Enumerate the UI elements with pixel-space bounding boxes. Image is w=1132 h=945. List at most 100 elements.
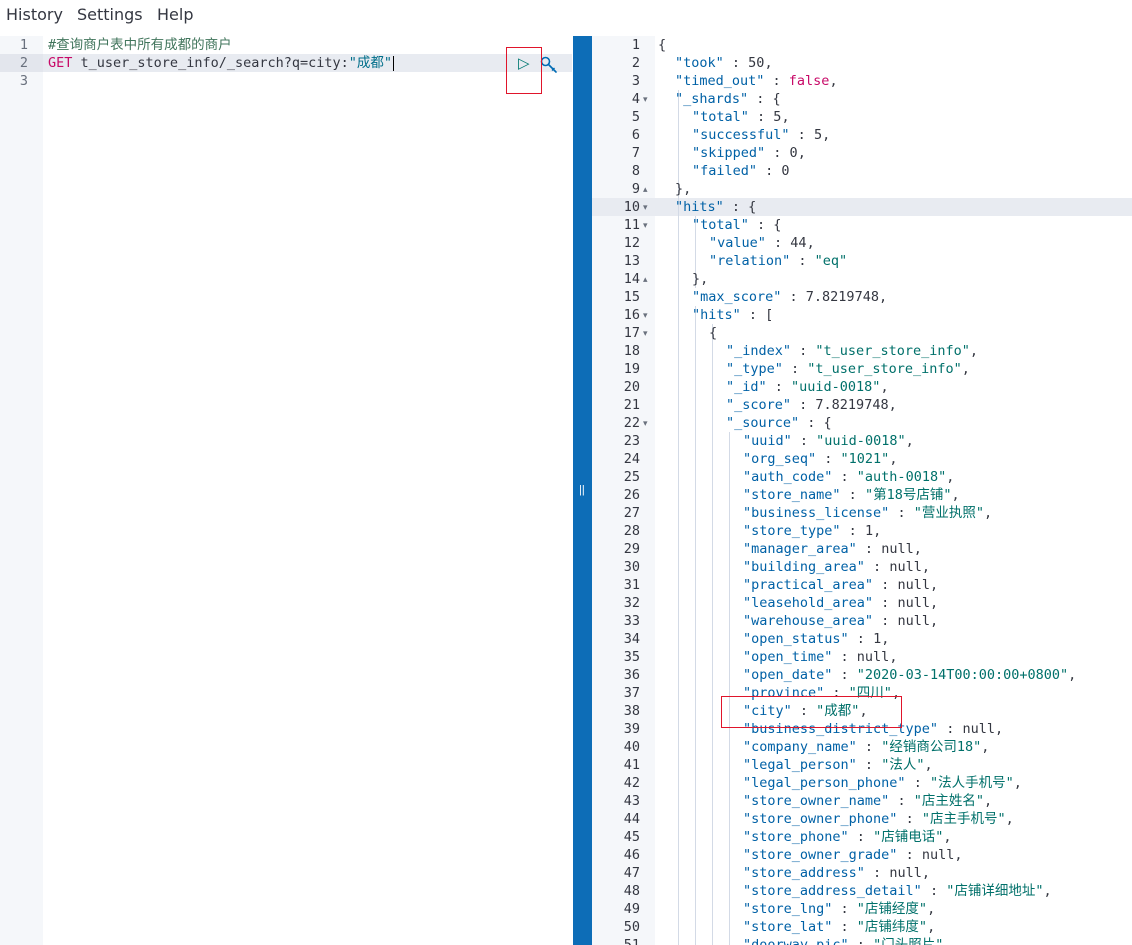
- json-value: "uuid-0018": [816, 433, 906, 449]
- json-punct: :: [856, 541, 882, 557]
- json-punct: ,: [1068, 667, 1077, 683]
- json-punct: :: [832, 919, 857, 935]
- response-line-number: 44: [623, 811, 640, 827]
- request-line[interactable]: GET t_user_store_info/_search?q=city:"成都…: [48, 54, 395, 72]
- fold-open-icon[interactable]: ▾: [643, 306, 653, 324]
- json-punct: ,: [797, 145, 806, 161]
- json-punct: :: [791, 343, 816, 359]
- json-punct: ,: [983, 793, 993, 809]
- request-editor[interactable]: 1 2 3 #查询商户表中所有成都的商户 GET t_user_store_in…: [0, 36, 572, 945]
- response-line: "total" : {: [692, 216, 781, 234]
- fold-open-icon[interactable]: ▾: [643, 216, 653, 234]
- json-key: "_id": [726, 379, 767, 395]
- wrench-icon[interactable]: [539, 55, 559, 75]
- response-line-number: 8: [631, 163, 640, 179]
- json-punct: ,: [889, 451, 898, 467]
- fold-close-icon[interactable]: ▴: [643, 180, 653, 198]
- response-line: "store_owner_name" : "店主姓名",: [743, 792, 992, 810]
- json-punct: },: [675, 181, 692, 197]
- json-punct: ,: [943, 829, 952, 845]
- fold-open-icon[interactable]: ▾: [643, 414, 653, 432]
- response-line-number: 25: [623, 469, 640, 485]
- response-line: "practical_area" : null,: [743, 576, 938, 594]
- json-punct: {: [709, 325, 718, 341]
- response-line: "store_owner_phone" : "店主手机号",: [743, 810, 1014, 828]
- json-key: "successful": [692, 127, 790, 143]
- pane-resize-handle[interactable]: ||: [573, 36, 592, 945]
- fold-open-icon[interactable]: ▾: [643, 198, 653, 216]
- json-value: 7.8219748: [815, 397, 889, 413]
- response-viewer[interactable]: 1{2 "took" : 50, 3 "timed_out" : false, 4 ▾ "_…: [592, 36, 1132, 945]
- response-line-number: 51: [623, 937, 640, 945]
- response-line: "open_time" : null,: [743, 648, 897, 666]
- json-key: "_index": [726, 343, 792, 359]
- response-line-number: 35: [623, 649, 640, 665]
- response-line-number: 40: [623, 739, 640, 755]
- json-punct: ,: [829, 73, 838, 89]
- json-punct: :: [765, 145, 790, 161]
- response-line: "relation" : "eq": [709, 252, 847, 270]
- response-line-number: 19: [623, 361, 640, 377]
- json-punct: :: [789, 127, 814, 143]
- json-punct: :: [757, 163, 782, 179]
- json-punct: :: [832, 667, 857, 683]
- grip-icon: ||: [579, 484, 585, 496]
- json-punct: :: [748, 109, 774, 125]
- json-value: "1021": [840, 451, 890, 467]
- json-value: 1: [864, 523, 874, 539]
- response-line-number: 31: [623, 577, 640, 593]
- menu-settings[interactable]: Settings: [77, 5, 143, 24]
- response-line-number: 28: [623, 523, 640, 539]
- request-comment[interactable]: #查询商户表中所有成都的商户: [48, 36, 232, 54]
- json-punct: : {: [723, 199, 757, 215]
- json-punct: :: [864, 865, 890, 881]
- response-line: "hits" : [: [692, 306, 773, 324]
- response-line: {: [709, 324, 717, 342]
- json-punct: ,: [1005, 811, 1014, 827]
- response-line-number: 33: [623, 613, 640, 629]
- fold-open-icon[interactable]: ▾: [643, 324, 653, 342]
- json-punct: :: [723, 55, 749, 71]
- response-line-number: 12: [623, 235, 640, 251]
- response-line-number: 43: [623, 793, 640, 809]
- json-punct: ,: [924, 757, 933, 773]
- highlight-box-run: [506, 47, 542, 94]
- json-value: 7.8219748: [805, 289, 879, 305]
- json-value: "eq": [814, 253, 848, 269]
- json-key: "warehouse_area": [743, 613, 874, 629]
- response-line-number: 9: [631, 181, 640, 197]
- menu-help[interactable]: Help: [157, 5, 193, 24]
- response-line: "doorway_pic" : "门头照片",: [743, 936, 951, 945]
- json-value: "店主手机号": [921, 811, 1006, 827]
- fold-open-icon[interactable]: ▾: [643, 90, 653, 108]
- response-line-number: 13: [623, 253, 640, 269]
- json-value: null: [921, 847, 955, 863]
- json-key: "failed": [692, 163, 758, 179]
- json-key: "took": [675, 55, 724, 71]
- json-key: "relation": [709, 253, 791, 269]
- json-key: "auth_code": [743, 469, 833, 485]
- json-punct: ,: [929, 613, 939, 629]
- json-key: "total": [692, 109, 749, 125]
- json-punct: : {: [748, 217, 782, 233]
- fold-close-icon[interactable]: ▴: [643, 270, 653, 288]
- request-query-value: "成都": [348, 55, 393, 71]
- response-line-number: 15: [623, 289, 640, 305]
- json-punct: :: [873, 595, 898, 611]
- json-value: "门头照片": [873, 937, 944, 945]
- response-line: "total" : 5,: [692, 108, 790, 126]
- json-punct: :: [782, 361, 808, 377]
- json-value: null: [962, 721, 995, 737]
- menu-history[interactable]: History: [6, 5, 63, 24]
- response-line: "store_lat" : "店铺纬度",: [743, 918, 935, 936]
- json-punct: ,: [927, 901, 936, 917]
- json-value: 50: [748, 55, 765, 71]
- json-key: "store_lng": [743, 901, 833, 917]
- json-punct: ,: [943, 937, 952, 945]
- json-punct: ,: [994, 721, 1004, 737]
- response-line: "legal_person" : "法人",: [743, 756, 933, 774]
- json-punct: ,: [1013, 775, 1022, 791]
- response-line: "store_owner_grade" : null,: [743, 846, 962, 864]
- json-value: null: [856, 649, 890, 665]
- json-key: "total": [692, 217, 749, 233]
